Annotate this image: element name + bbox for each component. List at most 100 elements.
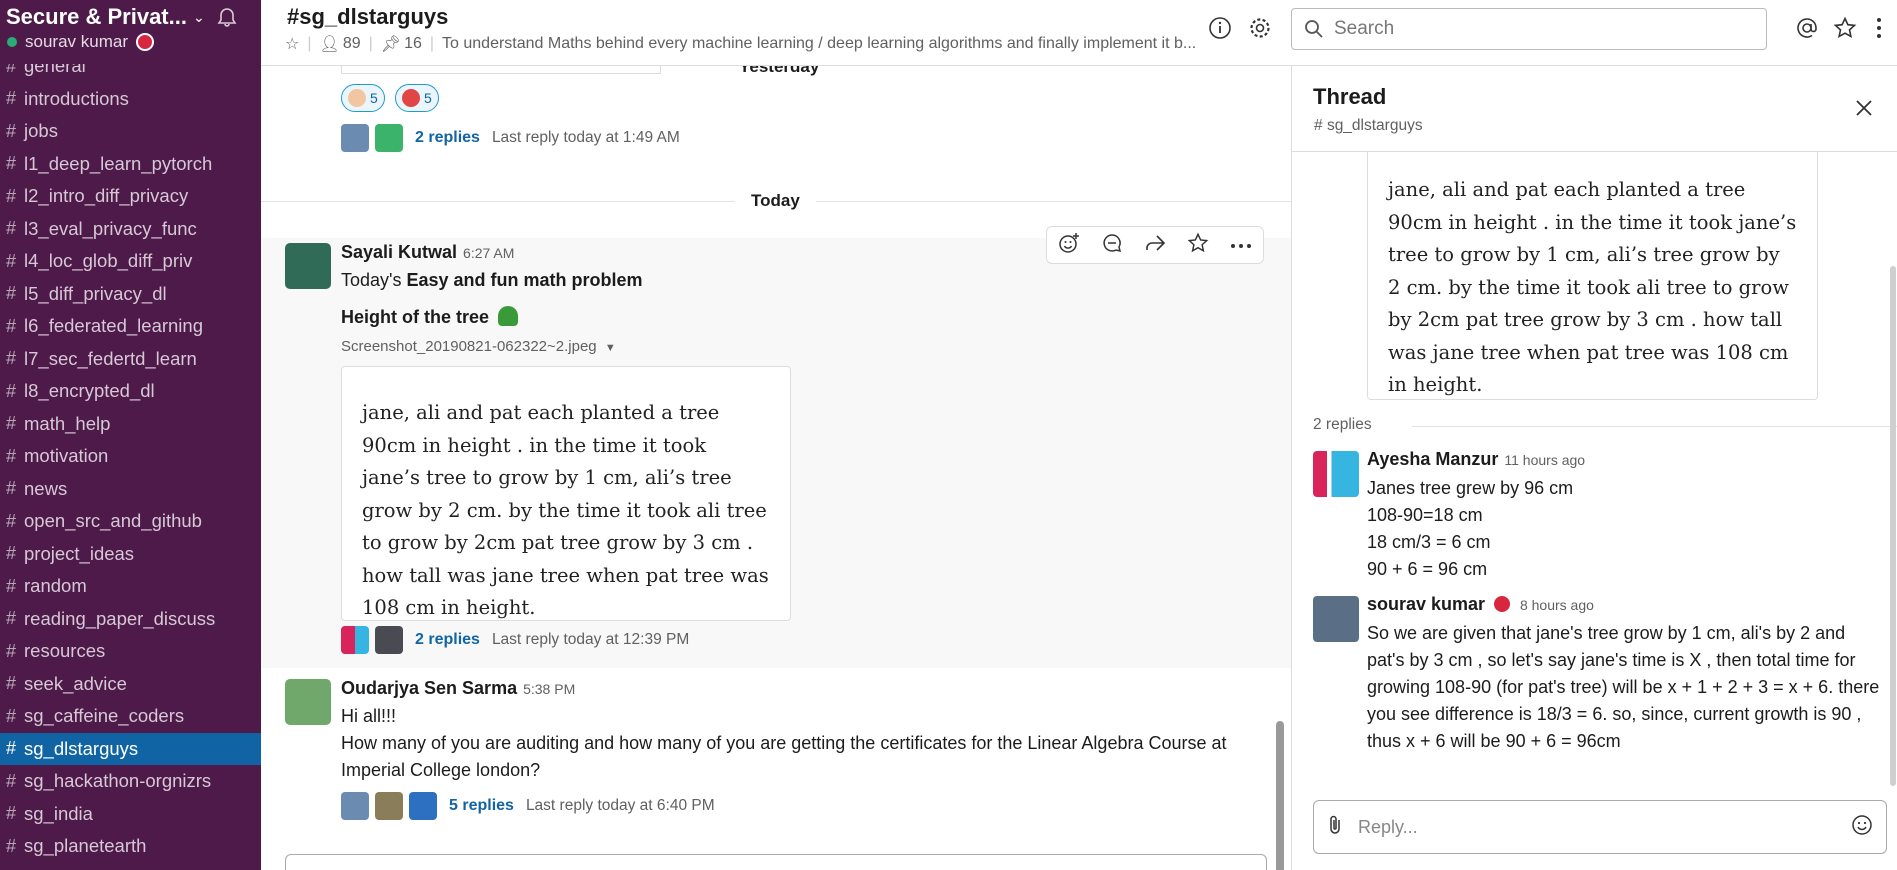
- hash-icon: #: [6, 348, 17, 369]
- caret-down-icon[interactable]: ▼: [605, 342, 616, 354]
- add-reaction-icon[interactable]: [1058, 232, 1080, 259]
- current-user[interactable]: sourav kumar: [6, 32, 255, 52]
- info-icon[interactable]: [1206, 14, 1234, 42]
- avatar[interactable]: [285, 679, 331, 725]
- sidebar-item-sg_planetearth[interactable]: # sg_planetearth: [0, 830, 261, 863]
- sidebar-item-label: random: [24, 575, 87, 597]
- sidebar-item-label: l8_encrypted_dl: [24, 380, 155, 402]
- thread-title: Thread: [1313, 84, 1387, 109]
- star-icon[interactable]: ☆: [285, 34, 299, 54]
- channel-list: # general # introductions # jobs # l1_deep_lear…: [0, 50, 261, 863]
- thread-summary[interactable]: 5 replies Last reply today at 6:40 PM: [341, 792, 715, 820]
- thread-image-attachment[interactable]: jane, ali and pat each planted a tree 90…: [1367, 152, 1818, 400]
- sidebar-item-sg_caffeine_coders[interactable]: # sg_caffeine_coders: [0, 700, 261, 733]
- message-composer[interactable]: [285, 854, 1267, 870]
- avatar: [341, 124, 369, 152]
- clap-emoji-icon: [348, 89, 366, 107]
- avatar[interactable]: [1313, 451, 1359, 497]
- sidebar-item-reading_paper_discuss[interactable]: # reading_paper_discuss: [0, 603, 261, 636]
- members-icon[interactable]: 👤︎: [320, 34, 340, 54]
- sidebar-item-l1_deep_learn_pytorch[interactable]: # l1_deep_learn_pytorch: [0, 148, 261, 181]
- sidebar-item-math_help[interactable]: # math_help: [0, 408, 261, 441]
- starred-icon[interactable]: [1831, 14, 1859, 42]
- reply-line: 18 cm/3 = 6 cm: [1367, 532, 1491, 552]
- emoji-icon[interactable]: [1850, 813, 1874, 842]
- file-name[interactable]: Screenshot_20190821-062322~2.jpeg ▼: [341, 338, 616, 355]
- timestamp[interactable]: 6:27 AM: [463, 245, 514, 261]
- timestamp[interactable]: 8 hours ago: [1520, 597, 1594, 613]
- reply-header: sourav kumar 8 hours ago: [1367, 594, 1594, 615]
- sidebar-item-project_ideas[interactable]: # project_ideas: [0, 538, 261, 571]
- more-actions-icon[interactable]: [1230, 236, 1252, 254]
- divider: [1412, 426, 1897, 427]
- sidebar-item-sg_dlstarguys[interactable]: # sg_dlstarguys: [0, 732, 261, 765]
- message-pane: Yesterday 5 5 2 replies Last reply today…: [261, 66, 1291, 870]
- reply-input[interactable]: [1358, 816, 1850, 838]
- search-input[interactable]: [1334, 18, 1734, 40]
- search-box[interactable]: [1291, 8, 1767, 50]
- sidebar-item-motivation[interactable]: # motivation: [0, 440, 261, 473]
- thread-summary[interactable]: 2 replies Last reply today at 1:49 AM: [341, 124, 680, 152]
- avatar[interactable]: [285, 243, 331, 289]
- channel-topic[interactable]: To understand Maths behind every machine…: [442, 35, 1202, 53]
- bell-icon[interactable]: [215, 6, 239, 30]
- sidebar-item-label: resources: [24, 640, 106, 662]
- star-icon[interactable]: [1187, 232, 1209, 259]
- author-name[interactable]: sourav kumar: [1367, 594, 1485, 614]
- attachment-icon[interactable]: [1326, 814, 1344, 841]
- timestamp[interactable]: 5:38 PM: [523, 681, 575, 697]
- sidebar-item-open_src_and_github[interactable]: # open_src_and_github: [0, 505, 261, 538]
- sidebar-item-l2_intro_diff_privacy[interactable]: # l2_intro_diff_privacy: [0, 180, 261, 213]
- sidebar-item-seek_advice[interactable]: # seek_advice: [0, 668, 261, 701]
- status-emoji-icon: [1493, 596, 1510, 612]
- reaction-clap[interactable]: 5: [341, 84, 385, 112]
- gear-icon[interactable]: [1246, 14, 1274, 42]
- sidebar-item-l8_encrypted_dl[interactable]: # l8_encrypted_dl: [0, 375, 261, 408]
- sidebar-item-introductions[interactable]: # introductions: [0, 83, 261, 116]
- sidebar-item-l7_sec_federtd_learn[interactable]: # l7_sec_federtd_learn: [0, 343, 261, 376]
- share-icon[interactable]: [1144, 232, 1166, 259]
- sidebar-item-label: l7_sec_federtd_learn: [24, 347, 197, 369]
- slack-app: # general # introductions # jobs # l1_deep_lear…: [0, 0, 1897, 870]
- sidebar-item-l4_loc_glob_diff_priv[interactable]: # l4_loc_glob_diff_priv: [0, 245, 261, 278]
- sidebar-item-news[interactable]: # news: [0, 473, 261, 506]
- replies-link[interactable]: 5 replies: [449, 797, 514, 815]
- author-name[interactable]: Oudarjya Sen Sarma: [341, 678, 517, 698]
- reply-thread-icon[interactable]: [1101, 232, 1123, 259]
- image-attachment[interactable]: jane, ali and pat each planted a tree 90…: [341, 366, 791, 621]
- author-name[interactable]: Sayali Kutwal: [341, 242, 457, 262]
- close-icon[interactable]: [1852, 96, 1876, 120]
- workspace-header[interactable]: Secure & Privat... ⌄ sourav kumar: [0, 0, 261, 64]
- reply-line: 108-90=18 cm: [1367, 505, 1483, 525]
- timestamp[interactable]: 11 hours ago: [1504, 452, 1585, 468]
- replies-link[interactable]: 2 replies: [415, 129, 480, 147]
- sidebar-item-sg_india[interactable]: # sg_india: [0, 798, 261, 831]
- channel-title[interactable]: #sg_dlstarguys: [287, 4, 448, 30]
- sidebar-item-l5_diff_privacy_dl[interactable]: # l5_diff_privacy_dl: [0, 278, 261, 311]
- thread-summary[interactable]: 2 replies Last reply today at 12:39 PM: [341, 626, 689, 654]
- sidebar-item-label: project_ideas: [24, 542, 135, 564]
- more-vertical-icon[interactable]: [1869, 14, 1889, 42]
- scrollbar[interactable]: [1276, 721, 1284, 870]
- sidebar-item-random[interactable]: # random: [0, 570, 261, 603]
- hash-icon: #: [6, 315, 17, 336]
- sidebar-item-l3_eval_privacy_func[interactable]: # l3_eval_privacy_func: [0, 213, 261, 246]
- sidebar-item-jobs[interactable]: # jobs: [0, 115, 261, 148]
- message-actions: [1046, 226, 1264, 264]
- pin-count[interactable]: 16: [404, 35, 422, 53]
- author-name[interactable]: Ayesha Manzur: [1367, 449, 1498, 469]
- sidebar-item-l6_federated_learning[interactable]: # l6_federated_learning: [0, 310, 261, 343]
- sidebar-item-resources[interactable]: # resources: [0, 635, 261, 668]
- sidebar-item-sg_hackathon-orgnizrs[interactable]: # sg_hackathon-orgnizrs: [0, 765, 261, 798]
- reaction-sos[interactable]: 5: [395, 84, 439, 112]
- avatar[interactable]: [1313, 596, 1359, 642]
- reply-composer[interactable]: [1313, 800, 1887, 854]
- member-count[interactable]: 89: [343, 35, 361, 53]
- thread-channel[interactable]: # sg_dlstarguys: [1314, 117, 1423, 135]
- scrollbar[interactable]: [1890, 266, 1896, 786]
- mentions-icon[interactable]: [1793, 14, 1821, 42]
- replies-link[interactable]: 2 replies: [415, 631, 480, 649]
- message-text-bold: Easy and fun math problem: [406, 270, 643, 290]
- pin-icon[interactable]: 📌︎: [381, 34, 401, 54]
- sidebar-item-label: jobs: [24, 120, 58, 142]
